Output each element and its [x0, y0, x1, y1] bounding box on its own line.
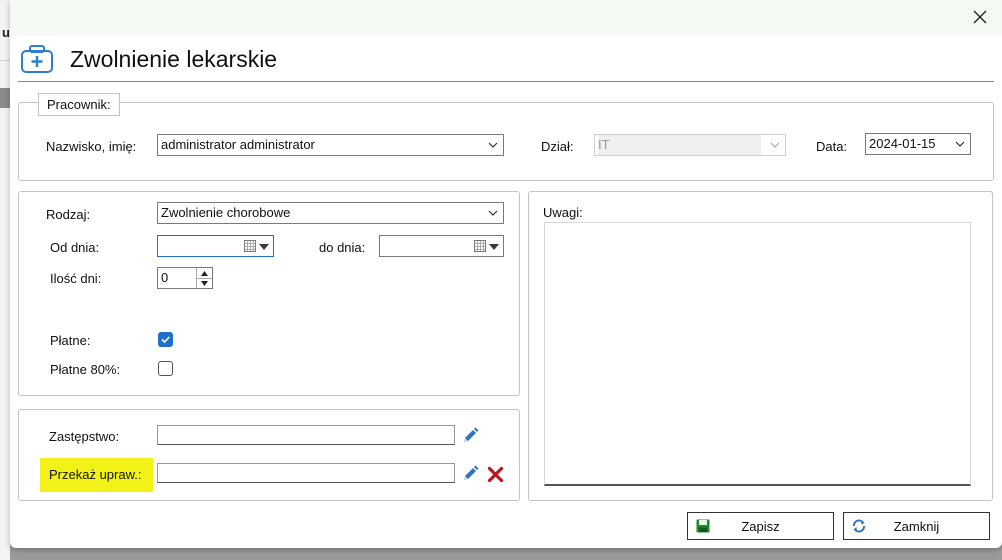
to-date-picker[interactable]	[379, 235, 504, 257]
paid-checkbox[interactable]	[158, 332, 173, 347]
sick-leave-dialog: Zwolnienie lekarskie Pracownik: Nazwisko…	[10, 0, 1002, 548]
days-count-label: Ilość dni:	[50, 271, 102, 286]
close-dialog-button-label: Zamknij	[893, 518, 940, 534]
stepper-buttons	[196, 268, 212, 288]
background-element	[0, 88, 10, 108]
leave-type-value: Zwolnienie chorobowe	[161, 205, 291, 220]
chevron-down-icon	[488, 210, 498, 216]
replacement-label: Zastępstwo:	[49, 429, 120, 444]
close-icon	[973, 10, 987, 24]
chevron-down-icon	[770, 142, 780, 148]
background-divider	[0, 60, 10, 61]
notes-label: Uwagi:	[543, 205, 583, 220]
save-icon	[696, 519, 710, 533]
replacement-field[interactable]	[157, 425, 455, 445]
chevron-down-icon	[488, 142, 498, 148]
header-divider	[18, 81, 994, 82]
days-count-stepper[interactable]: 0	[157, 267, 213, 289]
date-picker[interactable]: 2024-01-15	[865, 133, 971, 155]
edit-transfer-pencil-icon[interactable]	[460, 464, 480, 484]
department-combo: IT	[594, 134, 786, 156]
chevron-down-icon	[955, 141, 965, 147]
date-label: Data:	[816, 139, 848, 154]
calendar-icon[interactable]	[244, 240, 256, 252]
page-title: Zwolnienie lekarskie	[70, 46, 278, 72]
department-value: IT	[598, 135, 761, 155]
edit-replacement-pencil-icon[interactable]	[460, 426, 480, 446]
employee-name-combo[interactable]: administrator administrator	[157, 134, 504, 156]
background-text: u	[2, 25, 10, 40]
department-label: Dział:	[541, 139, 574, 154]
notes-textarea[interactable]	[544, 222, 971, 486]
leave-type-label: Rodzaj:	[46, 207, 91, 222]
days-count-value[interactable]: 0	[161, 270, 168, 285]
calendar-icon[interactable]	[474, 240, 486, 252]
transfer-permissions-label: Przekaż upraw.:	[49, 467, 142, 482]
to-date-label: do dnia:	[319, 240, 366, 255]
medical-kit-icon	[21, 45, 53, 73]
background-window: u	[0, 0, 10, 560]
arrow-up-icon	[201, 270, 208, 276]
save-button-label: Zapisz	[741, 518, 780, 534]
dropdown-arrow-icon[interactable]	[489, 244, 499, 250]
paid-label: Płatne:	[50, 333, 91, 348]
from-date-picker[interactable]	[157, 235, 274, 257]
dropdown-arrow-icon[interactable]	[259, 244, 269, 250]
refresh-close-icon	[853, 519, 865, 533]
employee-group-legend: Pracownik:	[38, 93, 120, 116]
delete-icon[interactable]	[487, 466, 504, 483]
transfer-permissions-field[interactable]	[157, 463, 455, 483]
close-dialog-button[interactable]: Zamknij	[843, 512, 990, 540]
save-button[interactable]: Zapisz	[687, 512, 834, 540]
stepper-down-button[interactable]	[197, 278, 212, 288]
paid-80-checkbox[interactable]	[158, 361, 173, 376]
checkmark-icon	[161, 336, 170, 344]
arrow-down-icon	[201, 280, 208, 286]
employee-name-label: Nazwisko, imię:	[46, 139, 137, 154]
close-button[interactable]	[958, 0, 1002, 34]
date-value: 2024-01-15	[869, 136, 936, 151]
employee-name-value: administrator administrator	[161, 137, 315, 152]
paid-80-label: Płatne 80%:	[50, 362, 121, 377]
leave-type-combo[interactable]: Zwolnienie chorobowe	[157, 202, 504, 224]
title-bar	[10, 0, 1002, 36]
from-date-label: Od dnia:	[50, 240, 100, 255]
